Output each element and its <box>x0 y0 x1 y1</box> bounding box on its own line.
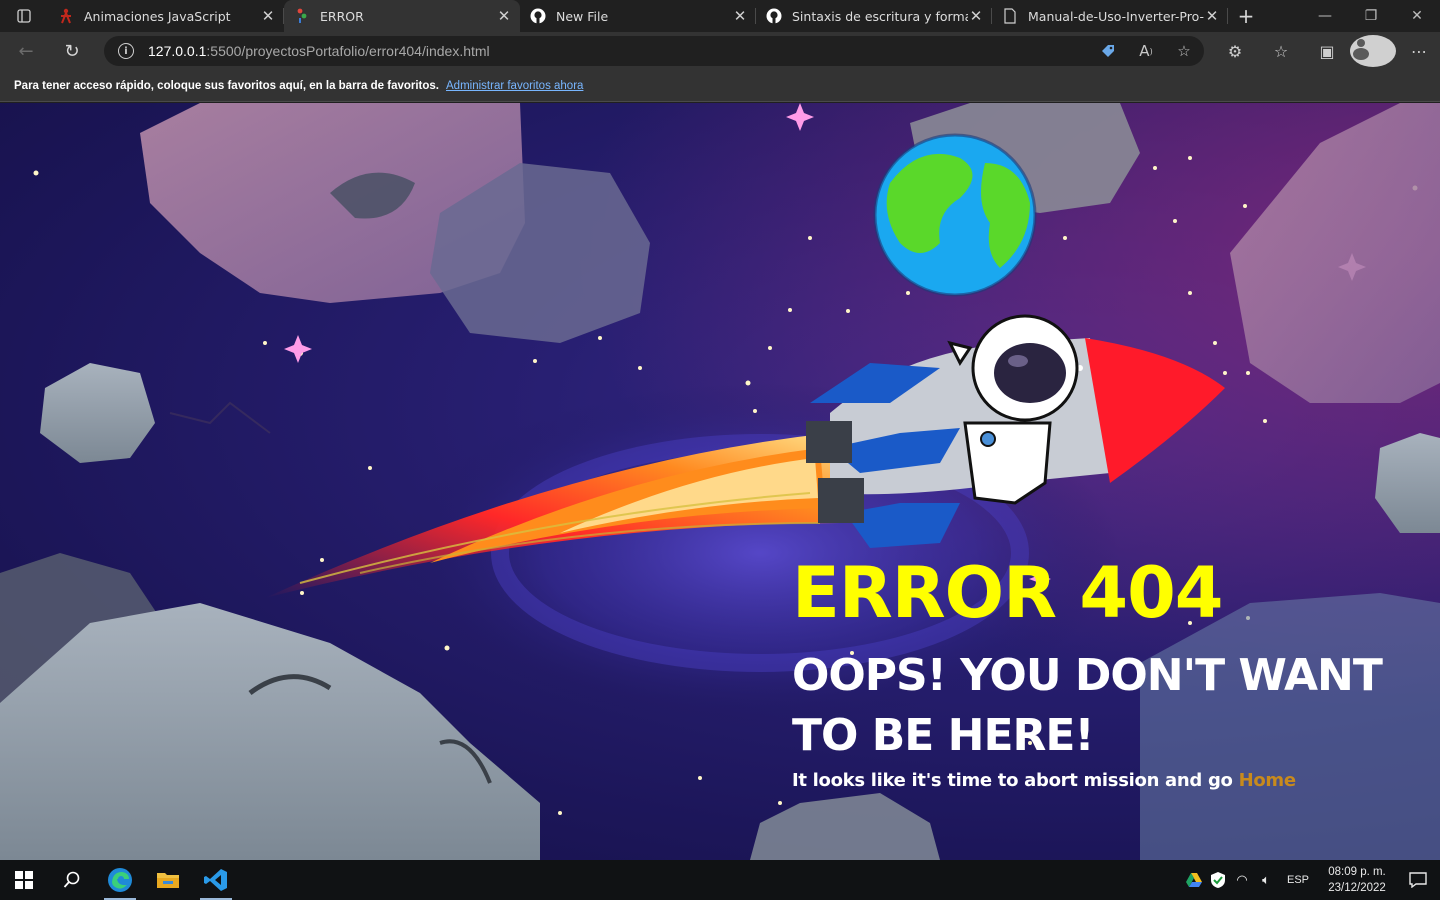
browser-toolbar: ← ↻ i 127.0.0.1:5500/proyectosPortafolio… <box>0 32 1440 70</box>
file-explorer-icon <box>157 873 179 888</box>
favorites-bar: Para tener acceso rápido, coloque sus fa… <box>0 70 1440 102</box>
google-drive-icon[interactable] <box>1182 873 1206 887</box>
vscode-live-server-icon <box>294 8 310 24</box>
tab-actions-icon <box>17 9 31 23</box>
refresh-icon: ↻ <box>64 40 80 62</box>
tab-title: Manual-de-Uso-Inverter-Pro-21 <box>1028 8 1204 24</box>
tab-new-file[interactable]: New File ✕ <box>520 0 756 32</box>
windows-start-icon <box>15 871 33 889</box>
clock-date: 23/12/2022 <box>1328 882 1386 894</box>
error-message-block: ERROR 404 OOPS! YOU DON'T WANT TO BE HER… <box>792 558 1392 791</box>
notification-icon <box>1409 872 1427 888</box>
taskbar-file-explorer[interactable] <box>144 860 192 900</box>
search-button[interactable] <box>48 860 96 900</box>
avatar <box>1350 35 1396 67</box>
close-tab-icon[interactable]: ✕ <box>496 8 512 24</box>
close-tab-icon[interactable]: ✕ <box>732 8 748 24</box>
new-tab-button[interactable]: + <box>1228 0 1264 32</box>
search-icon <box>63 871 80 888</box>
tab-title: Animaciones JavaScript <box>84 8 231 24</box>
more-options-icon[interactable]: ⋯ <box>1396 35 1440 67</box>
site-info-icon[interactable]: i <box>118 43 134 59</box>
shopping-tag-icon[interactable] <box>1098 41 1118 61</box>
document-icon <box>1002 8 1018 24</box>
url-path: :5500/proyectosPortafolio/error404/index… <box>206 43 490 59</box>
notification-center-button[interactable] <box>1396 872 1440 888</box>
input-language[interactable]: ESP <box>1278 874 1318 886</box>
clock-time: 08:09 p. m. <box>1328 866 1386 878</box>
tab-actions-button[interactable] <box>0 0 48 32</box>
tab-title: ERROR <box>320 8 364 24</box>
tab-error[interactable]: ERROR ✕ <box>284 0 520 32</box>
tab-title: New File <box>556 8 609 24</box>
github-icon <box>766 8 782 24</box>
close-tab-icon[interactable]: ✕ <box>968 8 984 24</box>
volume-icon[interactable]: 🔈︎ <box>1254 872 1278 888</box>
tab-title: Sintaxis de escritura y formato b <box>792 8 968 24</box>
url-text[interactable]: 127.0.0.1:5500/proyectosPortafolio/error… <box>148 43 490 59</box>
edge-icon <box>108 868 132 892</box>
system-clock[interactable]: 08:09 p. m. 23/12/2022 <box>1318 864 1396 896</box>
restore-icon: ❐ <box>1364 8 1378 24</box>
browser-actions: ⚙ ☆ ▣ ⋯ <box>1212 35 1440 67</box>
add-favorite-icon[interactable]: ☆ <box>1174 41 1194 61</box>
manage-favorites-link[interactable]: Administrar favoritos ahora <box>446 80 583 92</box>
security-shield-icon[interactable] <box>1206 872 1230 888</box>
minimize-button[interactable]: — <box>1302 0 1348 32</box>
error-subtitle: OOPS! YOU DON'T WANT TO BE HERE! <box>792 650 1383 761</box>
wifi-icon[interactable]: ◠ <box>1230 872 1254 888</box>
back-arrow-icon: ← <box>18 40 34 62</box>
address-bar[interactable]: i 127.0.0.1:5500/proyectosPortafolio/err… <box>104 36 1204 66</box>
tab-manual[interactable]: Manual-de-Uso-Inverter-Pro-21 ✕ <box>992 0 1228 32</box>
tab-animaciones[interactable]: Animaciones JavaScript ✕ <box>48 0 284 32</box>
taskbar-vscode[interactable] <box>192 860 240 900</box>
window-controls: — ❐ ✕ <box>1302 0 1440 32</box>
earth-planet <box>873 133 1037 297</box>
address-bar-actions: A) ☆ <box>1098 41 1194 61</box>
restore-button[interactable]: ❐ <box>1348 0 1394 32</box>
back-button[interactable]: ← <box>6 35 46 67</box>
system-tray: ◠ 🔈︎ ESP 08:09 p. m. 23/12/2022 <box>1182 860 1440 900</box>
red-figure-icon <box>58 8 74 24</box>
favorites-bar-message: Para tener acceso rápido, coloque sus fa… <box>14 79 440 92</box>
extensions-icon[interactable]: ⚙ <box>1212 35 1258 67</box>
windows-taskbar: ◠ 🔈︎ ESP 08:09 p. m. 23/12/2022 <box>0 860 1440 900</box>
favorites-icon[interactable]: ☆ <box>1258 35 1304 67</box>
refresh-button[interactable]: ↻ <box>52 35 92 67</box>
error-description: It looks like it's time to abort mission… <box>792 770 1392 791</box>
vscode-icon <box>204 869 227 891</box>
close-icon: ✕ <box>1411 8 1423 24</box>
collections-icon[interactable]: ▣ <box>1304 35 1350 67</box>
github-icon <box>530 8 546 24</box>
home-link[interactable]: Home <box>1239 770 1297 791</box>
profile-button[interactable] <box>1350 35 1396 67</box>
tab-strip: Animaciones JavaScript ✕ ERROR ✕ New Fil… <box>0 0 1440 32</box>
error-title: ERROR 404 <box>792 552 1224 634</box>
read-aloud-icon[interactable]: A) <box>1136 41 1156 61</box>
start-button[interactable] <box>0 860 48 900</box>
close-window-button[interactable]: ✕ <box>1394 0 1440 32</box>
plus-icon: + <box>1237 4 1255 28</box>
page-viewport: ERROR 404 OOPS! YOU DON'T WANT TO BE HER… <box>0 103 1440 860</box>
close-tab-icon[interactable]: ✕ <box>1204 8 1220 24</box>
error-description-text: It looks like it's time to abort mission… <box>792 770 1233 791</box>
url-host: 127.0.0.1 <box>148 43 207 59</box>
minimize-icon: — <box>1318 8 1332 24</box>
close-tab-icon[interactable]: ✕ <box>260 8 276 24</box>
taskbar-edge[interactable] <box>96 860 144 900</box>
tab-sintaxis[interactable]: Sintaxis de escritura y formato b ✕ <box>756 0 992 32</box>
